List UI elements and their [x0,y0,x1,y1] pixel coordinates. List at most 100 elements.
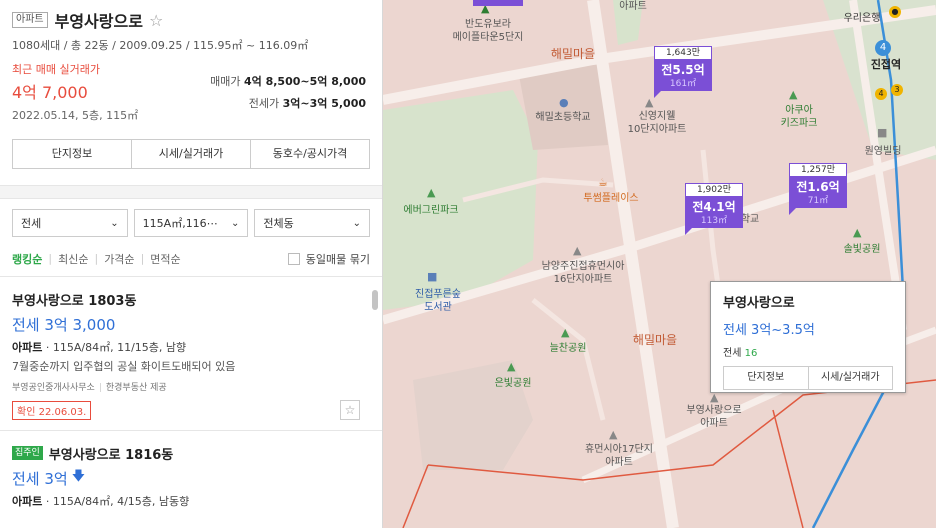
trade-type-select[interactable]: 전세 ⌄ [12,209,128,237]
marker-area: 71㎡ [807,196,829,206]
map-label-evergreen[interactable]: 에버그린파크 [391,204,471,217]
tab-price-history[interactable]: 시세/실거래가 [132,140,251,168]
sort-bar: 랭킹순 | 최신순 | 가격순 | 면적순 동일매물 묶기 [0,241,382,277]
list-scrollbar-thumb[interactable] [372,290,378,310]
marker-area: 113㎡ [700,216,728,226]
map-label-haemil-top[interactable]: 해밀마을 [543,48,603,61]
listing-agent: 부영공인중개사사무소 | 한경부동산 제공 [12,380,370,393]
map-label-twosome[interactable]: 투썸플레이스 [571,192,651,205]
sale-range-label: 매매가 [210,75,241,88]
map-label-banjeon[interactable]: 반도유보라 메이플타운5단지 [433,18,543,44]
marker-price: 전5.5억 [661,63,705,77]
map-label-buyoung[interactable]: 부영사랑으로 아파트 [669,404,759,430]
popup-count-label: 전세 [723,348,742,359]
price-marker-east[interactable]: 1,257만 전1.6억 71㎡ [789,163,847,215]
group-label: 동일매물 묶기 [305,252,370,266]
marker-body: 전5.5억 161㎡ [654,60,712,91]
map-label-apt-top[interactable]: 아파트 [613,0,653,13]
price-marker-partial[interactable] [473,0,523,6]
popup-complex-info-button[interactable]: 단지정보 [724,367,809,389]
area-select[interactable]: 115A㎡,116⋯ ⌄ [133,209,249,237]
exit-3-badge: 3 [891,84,903,96]
group-listings-toggle[interactable]: 동일매물 묶기 [287,251,370,267]
sort-ranking[interactable]: 랭킹순 [12,251,42,267]
favorite-star-icon[interactable]: ☆ [149,11,163,30]
section-divider [0,185,382,199]
complex-popup[interactable]: 부영사랑으로 전세 3억~3.5억 전세 16 단지정보 시세/실거래가 [710,281,906,393]
map-label-haemil-mid[interactable]: 해밀마을 [625,334,685,347]
list-item[interactable]: 집주인 부영사랑으로 1816동 전세 3억 🡇 아파트 · 115A/84㎡,… [0,431,382,509]
map-label-jinjeop-station[interactable]: 진접역 [861,58,911,71]
listing-spec: 아파트 · 115A/84㎡, 4/15층, 남동향 [12,493,370,509]
marker-unit-price: 1,643만 [654,46,712,60]
map-label-neulchan[interactable]: 늘찬공원 [533,342,603,355]
complex-title-row: 아파트 부영사랑으로 ☆ [12,9,370,31]
chevron-down-icon: ⌄ [230,217,240,229]
listing-price-row: 전세 3억 🡇 [12,467,370,489]
listing-spec: 아파트 · 115A/84㎡, 11/15층, 남향 [12,339,370,355]
building-select[interactable]: 전체동 ⌄ [254,209,371,237]
owner-badge: 집주인 [12,446,43,460]
map-label-wonyoung[interactable]: 원영빌딩 [853,145,913,158]
apartment-icon: ▲ [609,428,618,441]
map-label-sinyoung[interactable]: 신영지웰 10단지아파트 [611,110,703,136]
park-icon: ▲ [427,186,436,199]
subway-line-4-badge: 4 [875,40,891,56]
sort-price[interactable]: 가격순 [104,251,134,267]
popup-count-value: 16 [744,348,758,359]
marker-body: 전4.1억 113㎡ [685,197,743,228]
complex-panel: 아파트 부영사랑으로 ☆ 1080세대 / 총 22동 / 2009.09.25… [0,0,383,528]
complex-info: 1080세대 / 총 22동 / 2009.09.25 / 115.95㎡ ~ … [12,39,309,52]
listing-detail: 115A/84㎡, 4/15층, 남동향 [52,495,190,508]
complex-header: 아파트 부영사랑으로 ☆ 1080세대 / 총 22동 / 2009.09.25… [0,0,382,169]
map-label-woori[interactable]: 우리은행 [837,12,887,25]
exit-4-badge: 4 [875,88,887,100]
favorite-star-icon[interactable]: ☆ [340,400,360,420]
marker-area: 161㎡ [669,79,697,89]
price-marker-sinyoung[interactable]: 1,643만 전5.5억 161㎡ [654,46,712,98]
marker-price: 전1.6억 [796,180,840,194]
map-label-humansia17[interactable]: 휴먼시아17단지 아파트 [569,443,669,469]
agent-separator: | [98,383,102,393]
sort-separator: | [140,252,145,265]
apartment-icon: ▲ [645,96,654,109]
map-label-eunbit[interactable]: 은빛공원 [483,377,543,390]
popup-complex-name: 부영사랑으로 [723,296,795,311]
sort-area[interactable]: 면적순 [150,251,180,267]
recent-deal-date: 2022.05.14, 5층, 115㎡ [12,109,139,122]
marker-price: 전4.1억 [692,200,736,214]
price-marker-namyang[interactable]: 1,902만 전4.1억 113㎡ [685,183,743,235]
listing-detail: 115A/84㎡, 11/15층, 남향 [52,341,187,354]
listing-name: 부영사랑으로 1803동 [12,293,137,309]
map-label-haemil-school[interactable]: 해밀초등학교 [523,111,603,124]
complex-title: 부영사랑으로 [54,12,143,31]
popup-jeonse-range: 전세 3억~3.5억 [723,323,815,338]
park-icon: ▲ [561,326,570,339]
building-value: 전체동 [263,217,294,230]
map-label-library[interactable]: 진접푸른숲 도서관 [393,288,483,314]
sort-latest[interactable]: 최신순 [58,251,88,267]
map-view[interactable]: 반도유보라 메이플타운5단지 ▲ 해밀마을 ● 해밀초등학교 ▲ 신영지웰 10… [383,0,936,528]
tab-complex-info[interactable]: 단지정보 [13,140,132,168]
map-label-solbit[interactable]: 솔빛공원 [837,243,887,256]
building-icon: ■ [877,126,888,139]
park-icon: ▲ [789,88,798,101]
popup-price-button[interactable]: 시세/실거래가 [809,367,893,389]
price-ranges: 매매가 4억 8,500~5억 8,000 전세가 3억~3억 5,000 [210,71,366,115]
library-icon: ■ [427,270,438,283]
group-checkbox[interactable] [287,252,300,265]
listing-type: 아파트 [12,495,43,508]
map-label-namyang[interactable]: 남양주진접휴먼시아 16단지아파트 [523,260,643,286]
agent-name[interactable]: 부영공인중개사사무소 [12,383,95,393]
tab-unit-prices[interactable]: 동호수/공시가격 [251,140,369,168]
marker-tail [654,91,661,98]
map-label-aqua[interactable]: 아쿠아 키즈파크 [769,104,829,130]
jeonse-range-row: 전세가 3억~3억 5,000 [210,93,366,115]
popup-count: 전세 16 [723,344,893,359]
spec-dot: · [42,341,53,354]
list-item[interactable]: 부영사랑으로 1803동 전세 3억 3,000 아파트 · 115A/84㎡,… [0,277,382,431]
price-down-icon: 🡇 [71,469,86,484]
marker-body: 전1.6억 71㎡ [789,177,847,208]
apartment-icon: ▲ [573,244,582,257]
sale-range-value: 4억 8,500~5억 8,000 [243,75,366,88]
